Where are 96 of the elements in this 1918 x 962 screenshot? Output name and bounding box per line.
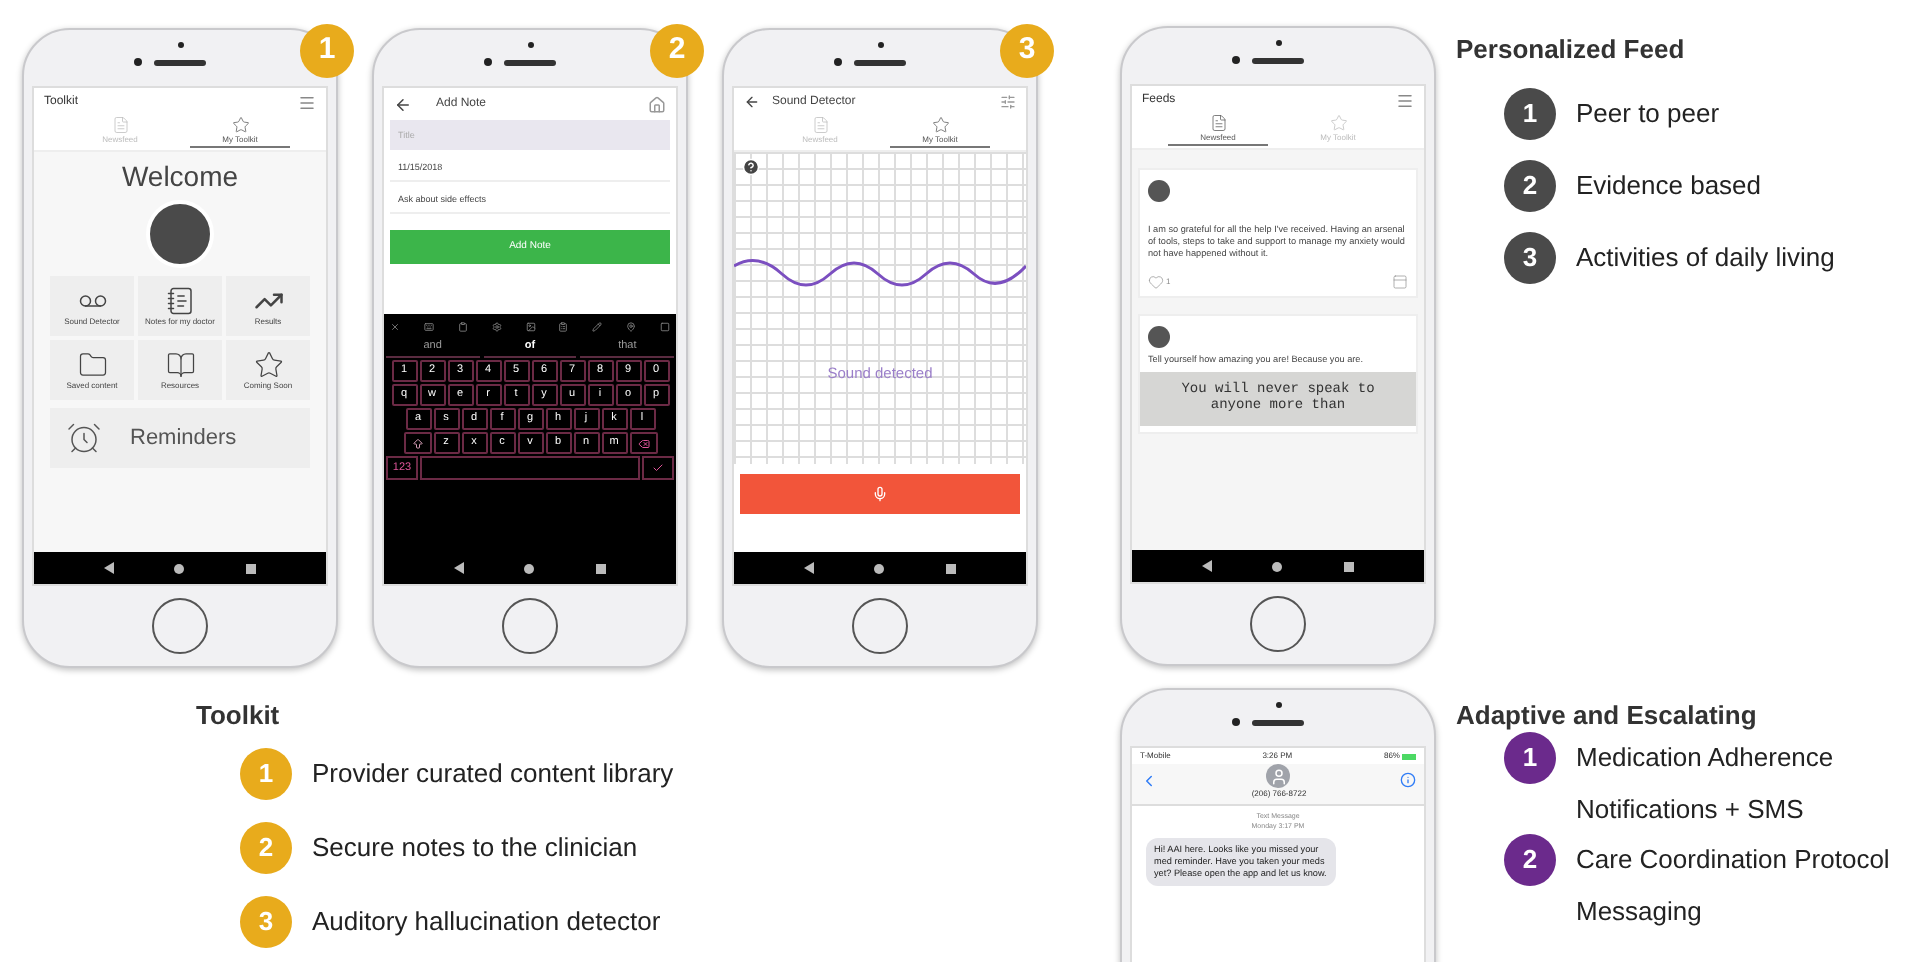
delete-icon [637,437,649,449]
alarm-clock-icon [66,420,102,456]
check-icon [652,462,664,474]
recent-apps-icon [945,563,956,573]
recent-apps-icon [595,563,606,573]
home-icon [874,563,885,573]
camera-icon [527,42,533,48]
back-icon [804,562,815,574]
back-icon [1202,560,1213,572]
number-badge: 2 [1504,833,1556,886]
star-icon [253,350,283,380]
legend-text: Provider curated content library [312,755,674,792]
avatar-placeholder [146,200,214,268]
folder-icon [77,350,107,380]
speaker-icon [854,59,906,65]
star-icon [931,116,949,134]
camera-icon [177,42,183,48]
camera-icon [484,58,492,66]
camera-icon [877,42,883,48]
camera-icon [1232,56,1240,64]
home-button[interactable] [502,598,558,654]
home-icon [1272,561,1283,571]
help-icon[interactable] [742,158,760,176]
legend-text: Messaging [1576,893,1702,930]
settings-icon[interactable] [1000,94,1016,110]
home-button[interactable] [152,598,208,654]
number-badge: 3 [1504,232,1556,284]
legend-text: Evidence based [1576,168,1762,205]
legend-text: Activities of daily living [1576,240,1835,277]
section-title: Adaptive and Escalating [1456,700,1759,732]
back-icon [454,562,465,574]
book-icon [165,350,195,380]
back-icon[interactable] [1140,772,1158,790]
shift-icon [411,437,423,449]
number-badge: 3 [1000,24,1054,78]
back-arrow-icon[interactable] [394,95,412,113]
avatar-placeholder [1148,180,1170,202]
delete-key[interactable] [629,432,657,454]
info-icon[interactable] [1399,772,1416,788]
settings-icon[interactable] [491,321,502,331]
clipboard-icon[interactable] [457,321,468,331]
speaker-icon [504,59,556,65]
reminders-card[interactable]: Reminders [50,408,310,468]
pin-icon[interactable] [626,321,637,331]
avatar-placeholder [1148,326,1170,348]
legend-text: Care Coordination Protocol [1576,842,1890,878]
list-icon [811,116,829,134]
star-icon [1329,114,1347,132]
camera-icon [134,58,142,66]
camera-icon [1275,40,1281,46]
section-title: Toolkit [196,700,282,732]
enter-key[interactable] [642,456,674,480]
home-button[interactable] [1250,596,1306,652]
back-icon [104,562,115,574]
back-arrow-icon[interactable] [744,94,760,110]
legend-text: Auditory hallucination detector [312,903,661,940]
home-icon [174,563,185,573]
number-badge: 1 [240,747,292,799]
number-badge: 1 [1504,88,1556,140]
menu-icon[interactable] [298,93,316,111]
number-badge: 2 [650,24,704,78]
microphone-icon [872,486,888,502]
speaker-icon [154,59,206,65]
star-icon [231,116,249,134]
legend-text: Peer to peer [1576,96,1720,133]
number-badge: 1 [300,24,354,78]
camera-icon [1275,702,1281,708]
pencil-icon[interactable] [592,321,603,331]
legend-text: Notifications + SMS [1576,791,1804,827]
legend-text: Secure notes to the clinician [312,829,638,866]
number-badge: 1 [1504,731,1556,784]
recent-apps-icon [245,563,256,573]
home-icon [524,563,535,573]
shift-key[interactable] [403,432,431,454]
camera-icon [834,58,842,66]
number-badge: 2 [240,821,292,873]
keyboard-icon[interactable] [423,321,434,331]
notebook-icon [165,286,195,316]
camera-icon [1232,718,1240,726]
welcome-heading: Welcome [121,160,239,192]
number-badge: 3 [240,895,292,947]
legend-text: Medication Adherence [1576,740,1834,776]
home-icon[interactable] [648,95,666,113]
section-title: Personalized Feed [1456,34,1687,66]
recent-apps-icon [1343,561,1354,571]
window-icon[interactable] [1392,274,1408,290]
image-icon[interactable] [525,321,535,331]
speaker-icon [1252,719,1304,725]
number-badge: 2 [1504,160,1556,212]
square-icon[interactable] [660,321,670,331]
list-icon [1209,114,1227,132]
speaker-icon [1252,57,1304,63]
home-button[interactable] [852,598,908,654]
menu-icon[interactable] [1396,91,1414,109]
list-icon [111,116,129,134]
clipboard-icon[interactable] [558,321,569,331]
